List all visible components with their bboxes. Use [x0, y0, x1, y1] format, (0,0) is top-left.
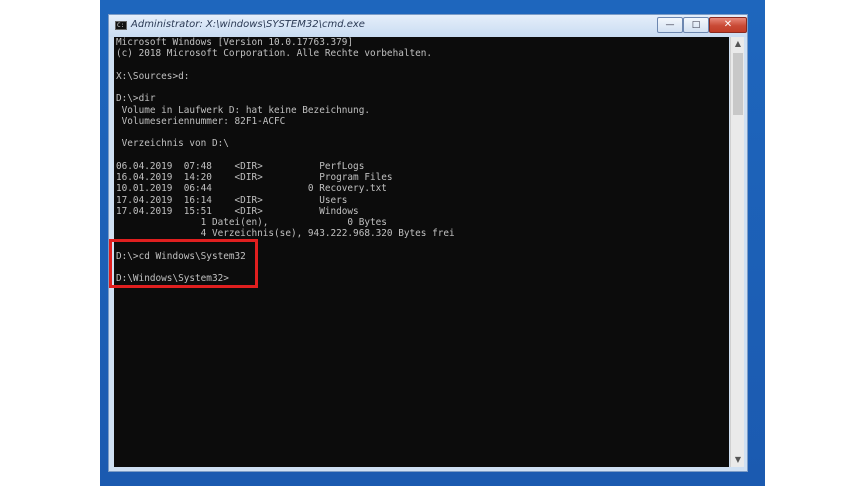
scroll-up-icon[interactable]: ▲	[731, 37, 745, 51]
console-line: D:\>dir	[116, 93, 156, 105]
console-line: Volume in Laufwerk D: hat keine Bezeichn…	[116, 104, 370, 116]
close-button[interactable]: ✕	[709, 17, 747, 33]
console-line: 17.04.2019 16:14 <DIR> Users	[116, 194, 348, 206]
console-line: 06.04.2019 07:48 <DIR> PerfLogs	[116, 160, 365, 172]
title-bar[interactable]: C: Administrator: X:\windows\SYSTEM32\cm…	[109, 15, 747, 37]
scrollbar-thumb[interactable]	[733, 53, 743, 115]
cmd-icon[interactable]: C:	[115, 21, 127, 30]
console-line: 17.04.2019 15:51 <DIR> Windows	[116, 205, 359, 217]
console-line: (c) 2018 Microsoft Corporation. Alle Rec…	[116, 48, 433, 60]
console-line: 16.04.2019 14:20 <DIR> Program Files	[116, 172, 393, 183]
scroll-down-icon[interactable]: ▼	[731, 453, 745, 467]
console-line: Verzeichnis von D:\	[116, 138, 229, 150]
vertical-scrollbar[interactable]: ▲ ▼	[730, 37, 744, 467]
console-line: 4 Verzeichnis(se), 943.222.968.320 Bytes…	[116, 228, 455, 240]
console-line: 10.01.2019 06:44 0 Recovery.txt	[116, 183, 387, 195]
window-title: Administrator: X:\windows\SYSTEM32\cmd.e…	[131, 19, 365, 30]
minimize-button[interactable]: —	[657, 17, 683, 33]
console-line: Microsoft Windows [Version 10.0.17763.37…	[116, 37, 354, 48]
console-line: Volumeseriennummer: 82F1-ACFC	[116, 115, 286, 127]
command-highlight-box	[109, 239, 258, 288]
console-line: 1 Datei(en), 0 Bytes	[116, 217, 387, 228]
console-line: X:\Sources>d:	[116, 70, 190, 82]
maximize-button[interactable]: □	[683, 17, 709, 33]
